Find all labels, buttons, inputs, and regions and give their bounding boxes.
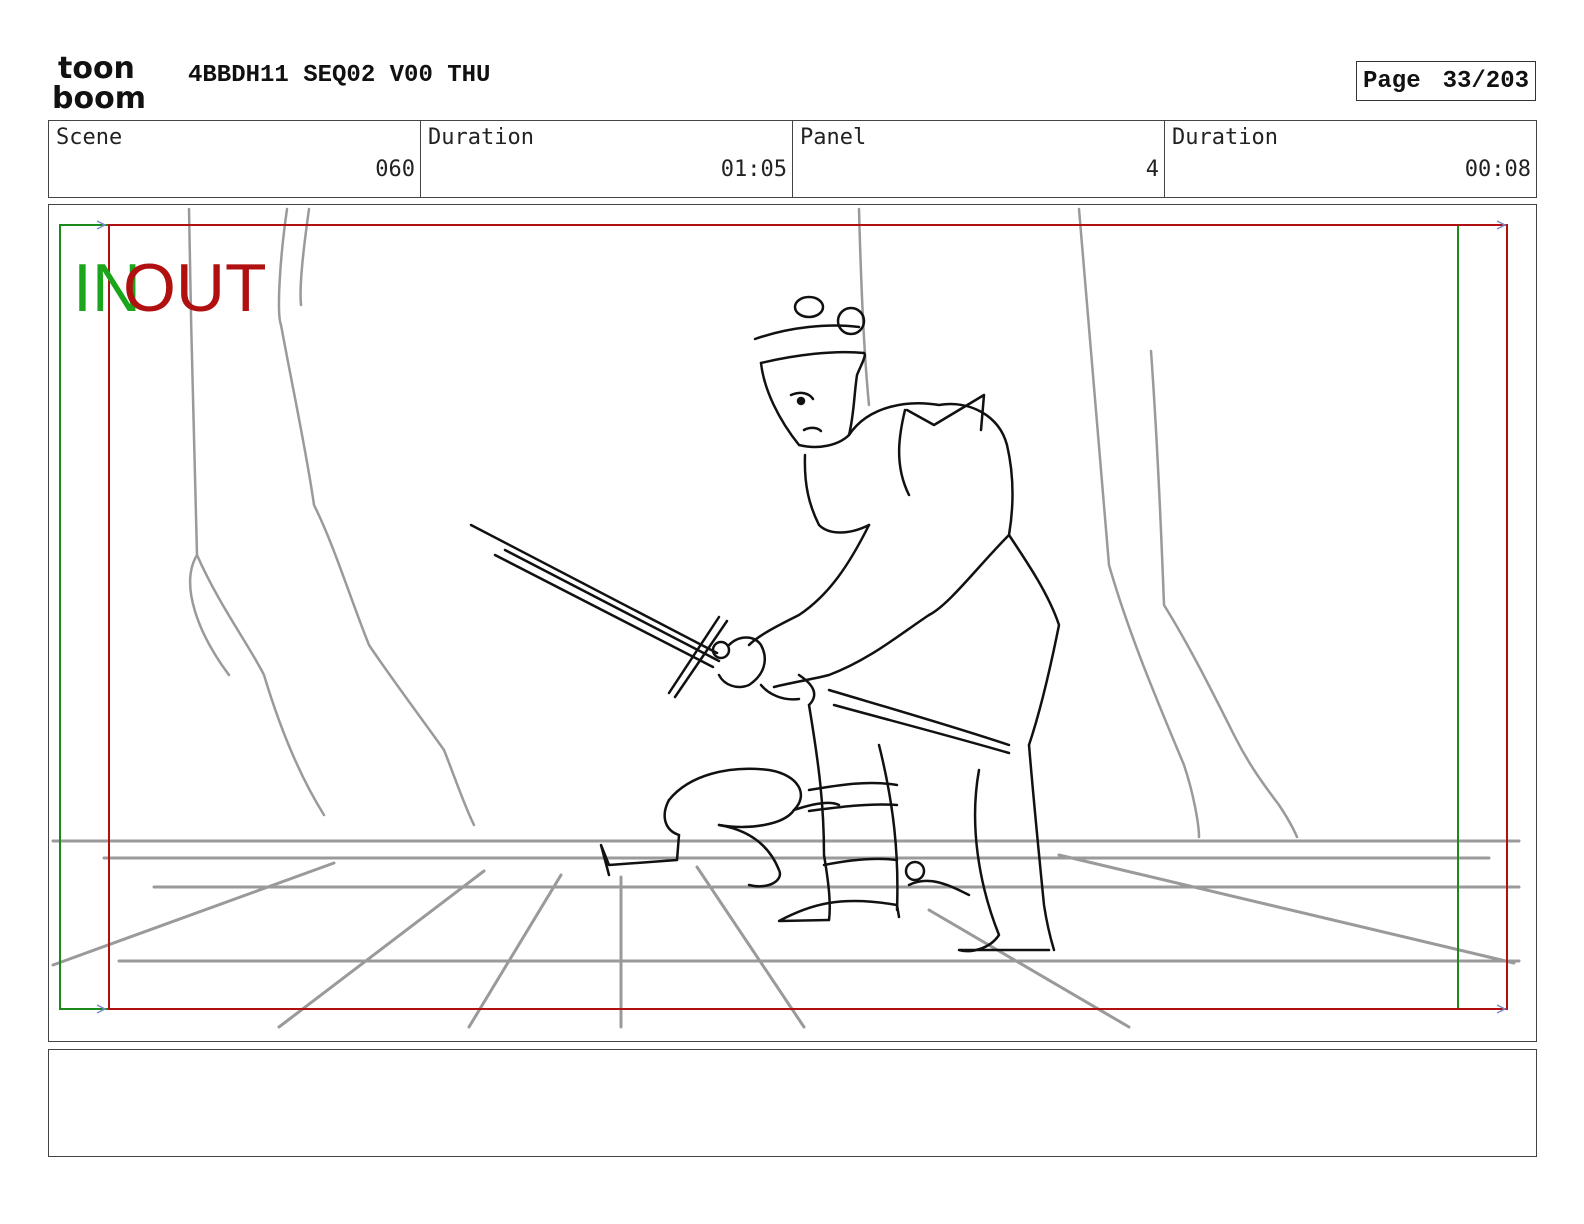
project-title: 4BBDH11 SEQ02 V00 THU — [188, 62, 491, 89]
crouching-figure-sketch — [599, 767, 841, 888]
panel-cell: Panel 4 — [793, 121, 1165, 197]
panel-notes — [48, 1049, 1537, 1157]
page-label: Page — [1363, 67, 1421, 95]
logo-text-bottom: boom — [52, 81, 146, 112]
toon-boom-logo: toon boom — [52, 51, 146, 112]
scene-value: 060 — [375, 157, 415, 182]
panel-duration-cell: Duration 00:08 — [1165, 121, 1536, 197]
in-frame-guide — [59, 224, 1459, 1010]
scene-duration-cell: Duration 01:05 — [421, 121, 793, 197]
scene-info-row: Scene 060 Duration 01:05 Panel 4 Duratio… — [48, 120, 1537, 198]
scene-label: Scene — [56, 125, 123, 150]
panel-label: Panel — [800, 125, 867, 150]
storyboard-panel: IN OUT — [48, 204, 1537, 1042]
scene-duration-value: 01:05 — [720, 157, 787, 182]
panel-duration-label: Duration — [1172, 125, 1278, 150]
scene-cell: Scene 060 — [49, 121, 421, 197]
scene-duration-label: Duration — [428, 125, 534, 150]
out-frame-guide — [108, 224, 1508, 1010]
panel-duration-value: 00:08 — [1464, 157, 1531, 182]
floor-grid — [51, 839, 1521, 1029]
background-pillars — [187, 207, 1299, 839]
page-indicator: Page 33/203 — [1356, 61, 1536, 101]
panel-drawing: IN OUT — [51, 207, 1521, 1029]
page-value: 33/203 — [1442, 67, 1529, 95]
panel-value: 4 — [1145, 157, 1159, 182]
out-label: OUT — [123, 250, 267, 326]
sword-sketch — [469, 523, 731, 699]
